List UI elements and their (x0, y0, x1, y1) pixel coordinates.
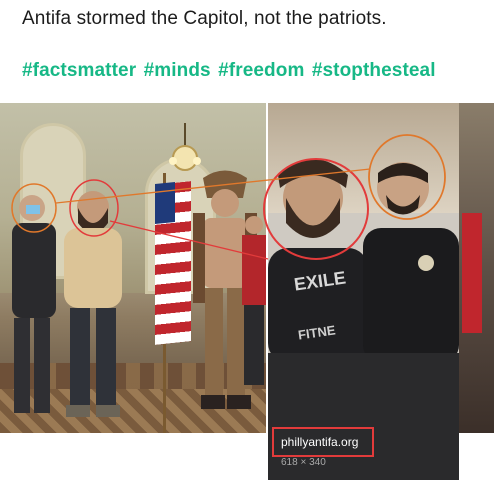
annotation-overlay (11, 134, 446, 260)
annotation-line (109, 220, 269, 260)
annotation-circle (368, 134, 446, 220)
hashtag-link[interactable]: #stopthesteal (312, 60, 436, 81)
post-text: Antifa stormed the Capitol, not the patr… (22, 8, 387, 29)
annotation-circle (69, 179, 119, 237)
annotation-line (55, 168, 371, 204)
hashtag-link[interactable]: #minds (144, 60, 211, 81)
annotation-circle (11, 183, 57, 233)
hashtag-link[interactable]: #freedom (218, 60, 304, 81)
hashtag-link[interactable]: #factsmatter (22, 60, 136, 81)
annotation-circle (263, 158, 369, 260)
hashtag-row: #factsmatter #minds #freedom #stoptheste… (22, 60, 438, 82)
post-image[interactable]: EXILE FITNE phillyantifa.org 618 × 340 (0, 103, 494, 480)
